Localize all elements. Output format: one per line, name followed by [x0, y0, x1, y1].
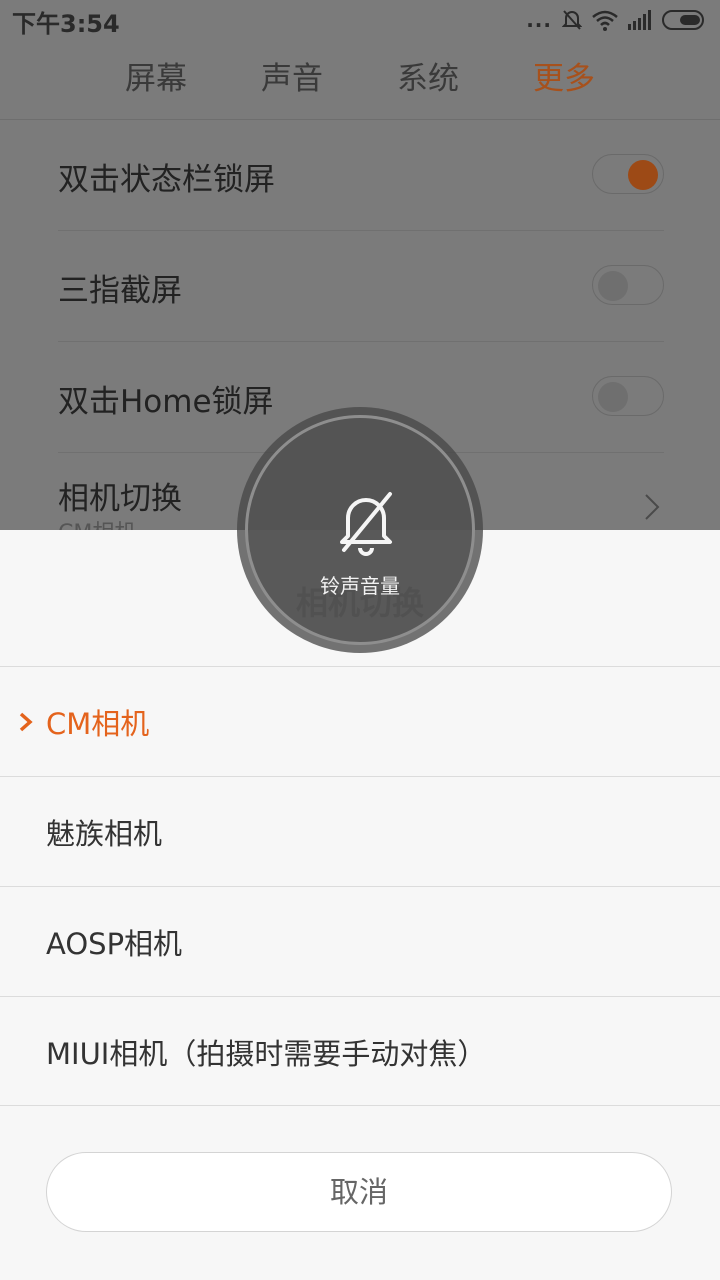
status-time: 下午3:54: [12, 10, 120, 38]
settings-tabs: 屏幕 声音 系统 更多: [0, 44, 720, 118]
option-label: CM相机: [46, 707, 150, 741]
cancel-button[interactable]: 取消: [46, 1152, 672, 1232]
toggle-knob: [628, 160, 658, 190]
setting-label: 双击Home锁屏: [58, 384, 274, 420]
option-label: AOSP相机: [46, 927, 183, 961]
signal-icon: [628, 10, 651, 30]
tab-more[interactable]: 更多: [496, 44, 632, 118]
more-dots-icon: ...: [526, 8, 552, 32]
volume-overlay: 铃声音量: [237, 407, 483, 653]
chevron-right-icon: [19, 712, 33, 732]
toggle-switch-off[interactable]: [592, 265, 664, 305]
option-label: MIUI相机（拍摄时需要手动对焦）: [46, 1037, 487, 1071]
status-icons: ...: [526, 8, 706, 32]
setting-label: 相机切换: [58, 481, 182, 517]
toggle-switch-on[interactable]: [592, 154, 664, 194]
tab-sound[interactable]: 声音: [224, 44, 360, 118]
setting-label: 三指截屏: [58, 273, 182, 309]
chevron-right-icon: [645, 494, 660, 520]
option-cm-camera[interactable]: CM相机: [0, 666, 720, 776]
mute-bell-icon: [562, 10, 582, 30]
option-aosp-camera[interactable]: AOSP相机: [0, 886, 720, 996]
setting-label: 双击状态栏锁屏: [58, 162, 275, 198]
volume-indicator: 铃声音量: [245, 415, 475, 645]
bell-off-icon: [340, 492, 392, 556]
tab-system[interactable]: 系统: [360, 44, 496, 118]
toggle-knob: [598, 382, 628, 412]
setting-row-three-finger-screenshot[interactable]: 三指截屏: [58, 231, 664, 342]
option-miui-camera[interactable]: MIUI相机（拍摄时需要手动对焦）: [0, 996, 720, 1106]
option-meizu-camera[interactable]: 魅族相机: [0, 776, 720, 886]
toggle-switch-off[interactable]: [592, 376, 664, 416]
status-bar: 下午3:54 ...: [0, 0, 720, 40]
tab-screen[interactable]: 屏幕: [88, 44, 224, 118]
wifi-icon: [592, 10, 618, 31]
volume-label: 铃声音量: [320, 574, 400, 598]
option-label: 魅族相机: [46, 817, 163, 851]
battery-icon: [662, 10, 704, 30]
setting-row-double-tap-statusbar-lock[interactable]: 双击状态栏锁屏: [58, 120, 664, 231]
toggle-knob: [598, 271, 628, 301]
